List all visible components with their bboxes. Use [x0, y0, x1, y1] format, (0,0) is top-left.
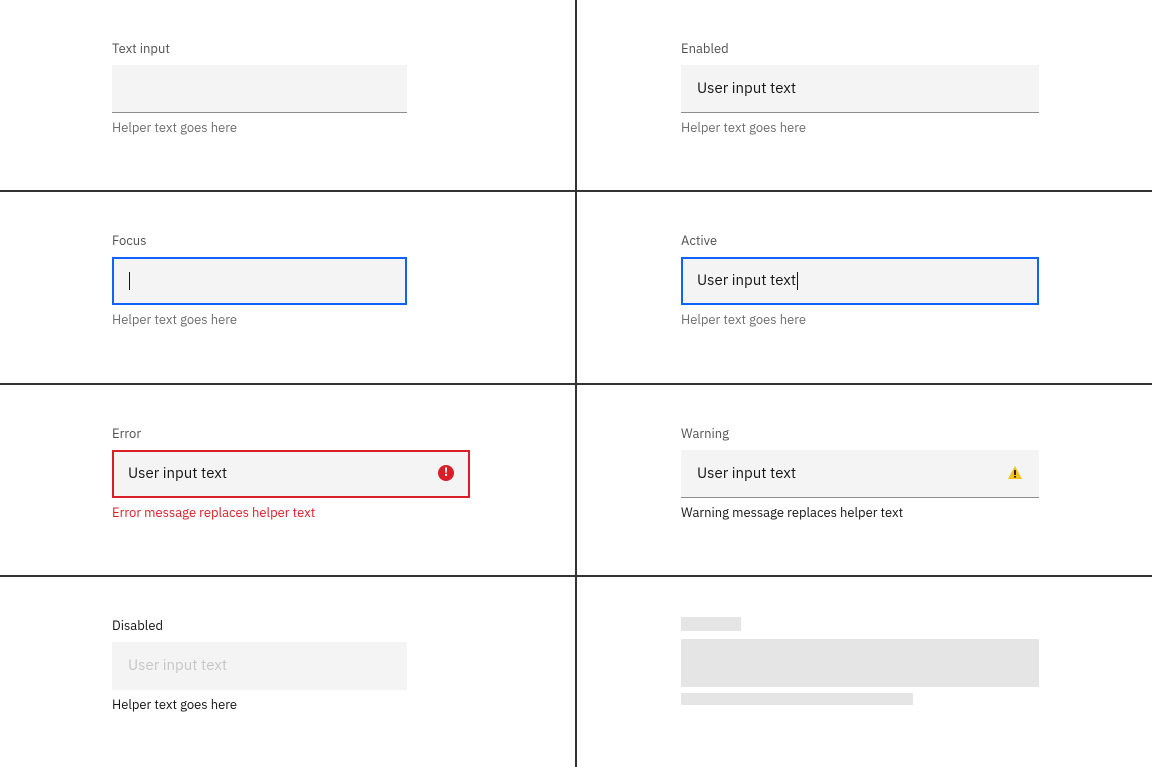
helper-disabled: Helper text goes here: [112, 696, 470, 713]
label-disabled: Disabled: [112, 617, 470, 634]
helper-focus: Helper text goes here: [112, 311, 470, 328]
error-filled-icon: !: [438, 465, 454, 481]
helper-active: Helper text goes here: [681, 311, 1039, 328]
skeleton-label: [681, 617, 741, 631]
cell-default: Text input Helper text goes here: [0, 0, 575, 190]
cell-warning: Warning User input text Warning message …: [577, 385, 1152, 575]
label-error: Error: [112, 425, 470, 442]
input-value: User input text: [697, 271, 796, 290]
cell-disabled: Disabled User input text Helper text goe…: [0, 577, 575, 767]
helper-default: Helper text goes here: [112, 119, 470, 136]
text-input-states-grid: Text input Helper text goes here Enabled…: [0, 0, 1152, 767]
label-warning: Warning: [681, 425, 1039, 442]
input-value: User input text: [697, 79, 796, 98]
text-input-active[interactable]: User input text: [681, 257, 1039, 305]
skeleton-helper: [681, 693, 913, 705]
label-active: Active: [681, 232, 1039, 249]
cell-enabled: Enabled User input text Helper text goes…: [577, 0, 1152, 190]
text-input-disabled: User input text: [112, 642, 407, 690]
cell-focus: Focus Helper text goes here: [0, 192, 575, 382]
text-input-default[interactable]: [112, 65, 407, 113]
label-default: Text input: [112, 40, 470, 57]
cell-active: Active User input text Helper text goes …: [577, 192, 1152, 382]
cell-error: Error User input text ! Error message re…: [0, 385, 575, 575]
warning-message: Warning message replaces helper text: [681, 504, 1039, 521]
skeleton-input: [681, 639, 1039, 687]
label-enabled: Enabled: [681, 40, 1039, 57]
warning-filled-icon: [1007, 465, 1023, 481]
helper-enabled: Helper text goes here: [681, 119, 1039, 136]
label-focus: Focus: [112, 232, 470, 249]
cell-skeleton: [577, 577, 1152, 767]
text-input-enabled[interactable]: User input text: [681, 65, 1039, 113]
text-cursor-icon: [129, 272, 130, 290]
text-input-error[interactable]: User input text !: [112, 450, 470, 498]
error-message: Error message replaces helper text: [112, 504, 470, 521]
text-cursor-icon: [797, 272, 798, 290]
input-value: User input text: [128, 656, 227, 675]
input-value: User input text: [697, 464, 796, 483]
text-input-warning[interactable]: User input text: [681, 450, 1039, 498]
input-value: User input text: [128, 464, 227, 483]
text-input-focus[interactable]: [112, 257, 407, 305]
